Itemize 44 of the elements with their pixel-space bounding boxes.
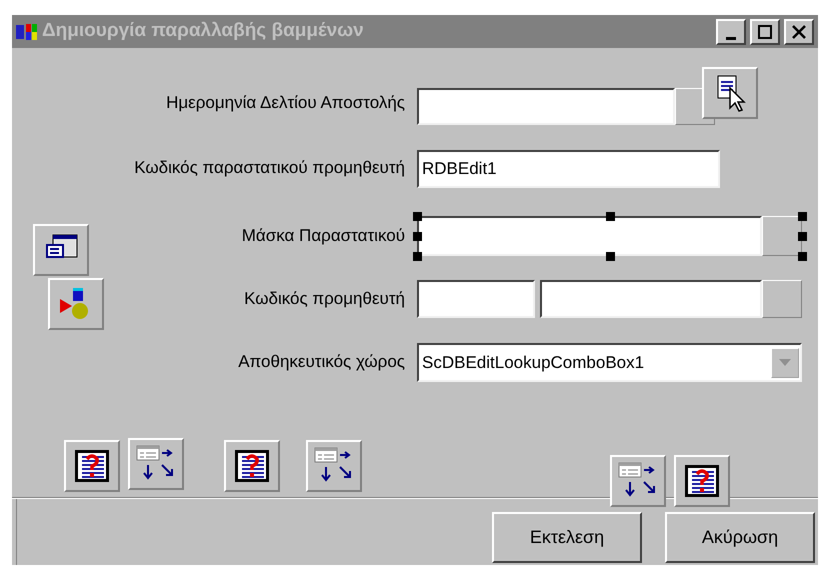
field-label: Κωδικός παραστατικού προμηθευτή: [134, 157, 405, 180]
component-tile[interactable]: [702, 67, 758, 119]
selection-handle[interactable]: [413, 232, 422, 241]
dialog-button[interactable]: Εκτελεση: [492, 512, 642, 563]
code-field[interactable]: [417, 280, 535, 318]
lookup-field[interactable]: [417, 88, 675, 125]
field-label: Ημερομηνία Δελτίου Αποστολής: [166, 92, 405, 114]
selection-handle[interactable]: [606, 212, 614, 221]
component-tile[interactable]: [64, 440, 120, 492]
caret-icon: [779, 359, 791, 366]
maximize-icon: [757, 24, 773, 38]
component-tile[interactable]: [610, 455, 666, 507]
component-tile[interactable]: [48, 278, 104, 330]
component-tile[interactable]: [128, 438, 184, 490]
lookup-field[interactable]: [417, 216, 762, 256]
component-tile[interactable]: [33, 224, 89, 276]
component-tile[interactable]: [674, 455, 730, 507]
combo-box[interactable]: ScDBEditLookupComboBox1: [417, 343, 802, 382]
selection-handle[interactable]: [413, 252, 422, 261]
selection-handle[interactable]: [413, 212, 422, 221]
text-field[interactable]: RDBEdit1: [417, 150, 720, 188]
selection-handle[interactable]: [798, 252, 807, 261]
component-tile[interactable]: [306, 440, 362, 492]
close-icon: [791, 24, 807, 38]
field-label: Μάσκα Παραστατικού: [242, 225, 405, 248]
lookup-button[interactable]: [762, 216, 802, 256]
selection-handle[interactable]: [798, 232, 807, 241]
dropdown-button[interactable]: [771, 348, 799, 378]
window-title: Δημιουργία παραλλαβής βαμμένων: [42, 19, 365, 44]
maximize-button[interactable]: [750, 18, 780, 44]
form-icon: [16, 22, 38, 40]
minimize-button[interactable]: [716, 18, 746, 44]
field-label: Αποθηκευτικός χώρος: [238, 351, 405, 374]
minimize-icon: [726, 36, 736, 40]
selection-handle[interactable]: [606, 252, 614, 261]
lookup-field[interactable]: [540, 280, 762, 318]
field-label: Κωδικός προμηθευτή: [244, 288, 405, 310]
selection-handle[interactable]: [798, 212, 807, 221]
help-icon: [74, 449, 110, 483]
dialog-button[interactable]: Ακύρωση: [665, 512, 815, 563]
help-icon: [234, 449, 270, 483]
component-tile[interactable]: [224, 440, 280, 492]
help-icon: [684, 464, 720, 498]
close-button[interactable]: [784, 18, 814, 44]
